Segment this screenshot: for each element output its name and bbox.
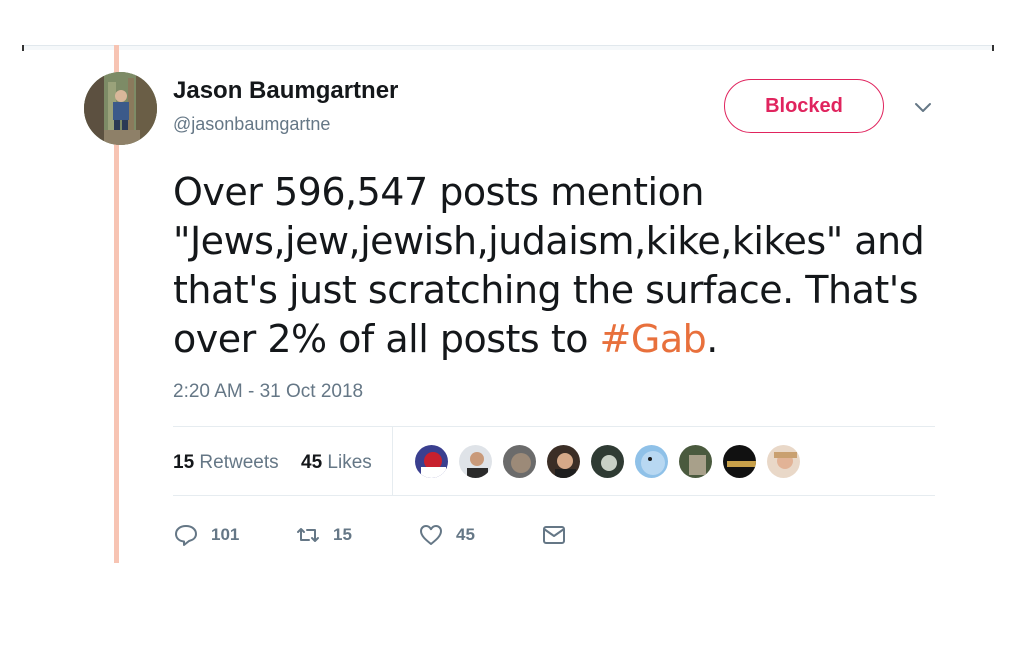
like-count: 45: [456, 525, 475, 544]
retweets-label: Retweets: [199, 452, 279, 473]
tweet-timestamp[interactable]: 2:20 AM - 31 Oct 2018: [173, 381, 363, 403]
reply-icon: [175, 525, 197, 546]
likes-label: Likes: [327, 452, 372, 473]
card-top-border: [22, 45, 994, 50]
liker-avatar[interactable]: [633, 443, 670, 480]
author-name[interactable]: Jason Baumgartner: [173, 77, 398, 105]
likes-count: 45: [301, 452, 323, 473]
reply-button[interactable]: 101: [173, 518, 239, 552]
card-corner-left: [22, 45, 24, 51]
tweet-body-end: .: [706, 317, 718, 361]
liker-avatar[interactable]: [501, 443, 538, 480]
liker-avatar[interactable]: [545, 443, 582, 480]
liker-avatar[interactable]: [721, 443, 758, 480]
liker-avatar[interactable]: [457, 443, 494, 480]
likes-stat[interactable]: 45 Likes: [301, 452, 372, 474]
retweet-icon: [297, 528, 319, 542]
card-corner-right: [992, 45, 994, 51]
tweet-text: Over 596,547 posts mention "Jews,jew,jew…: [173, 168, 933, 364]
stats-divider: [392, 427, 393, 496]
hashtag-link[interactable]: #Gab: [600, 317, 707, 361]
heart-icon: [420, 525, 442, 545]
blocked-button[interactable]: Blocked: [724, 79, 884, 133]
liker-avatar[interactable]: [413, 443, 450, 480]
tweet-stats: 15 Retweets 45 Likes: [173, 426, 935, 496]
profile-photo-icon: [84, 72, 157, 145]
retweet-button[interactable]: 15: [295, 518, 352, 552]
liker-avatar[interactable]: [677, 443, 714, 480]
retweet-count: 15: [333, 525, 352, 544]
like-button[interactable]: 45: [418, 518, 475, 552]
reply-count: 101: [211, 525, 240, 544]
author-handle[interactable]: @jasonbaumgartne: [173, 114, 330, 135]
envelope-icon: [543, 526, 565, 544]
author-avatar[interactable]: [84, 72, 157, 145]
chevron-down-icon[interactable]: [912, 96, 934, 118]
retweets-count: 15: [173, 452, 195, 473]
liker-avatar[interactable]: [589, 443, 626, 480]
retweets-stat[interactable]: 15 Retweets: [173, 452, 279, 474]
direct-message-button[interactable]: [541, 518, 567, 552]
tweet-body: Over 596,547 posts mention "Jews,jew,jew…: [173, 170, 925, 361]
liker-avatar[interactable]: [765, 443, 802, 480]
tweet-actions: 101 15 45: [173, 518, 673, 552]
